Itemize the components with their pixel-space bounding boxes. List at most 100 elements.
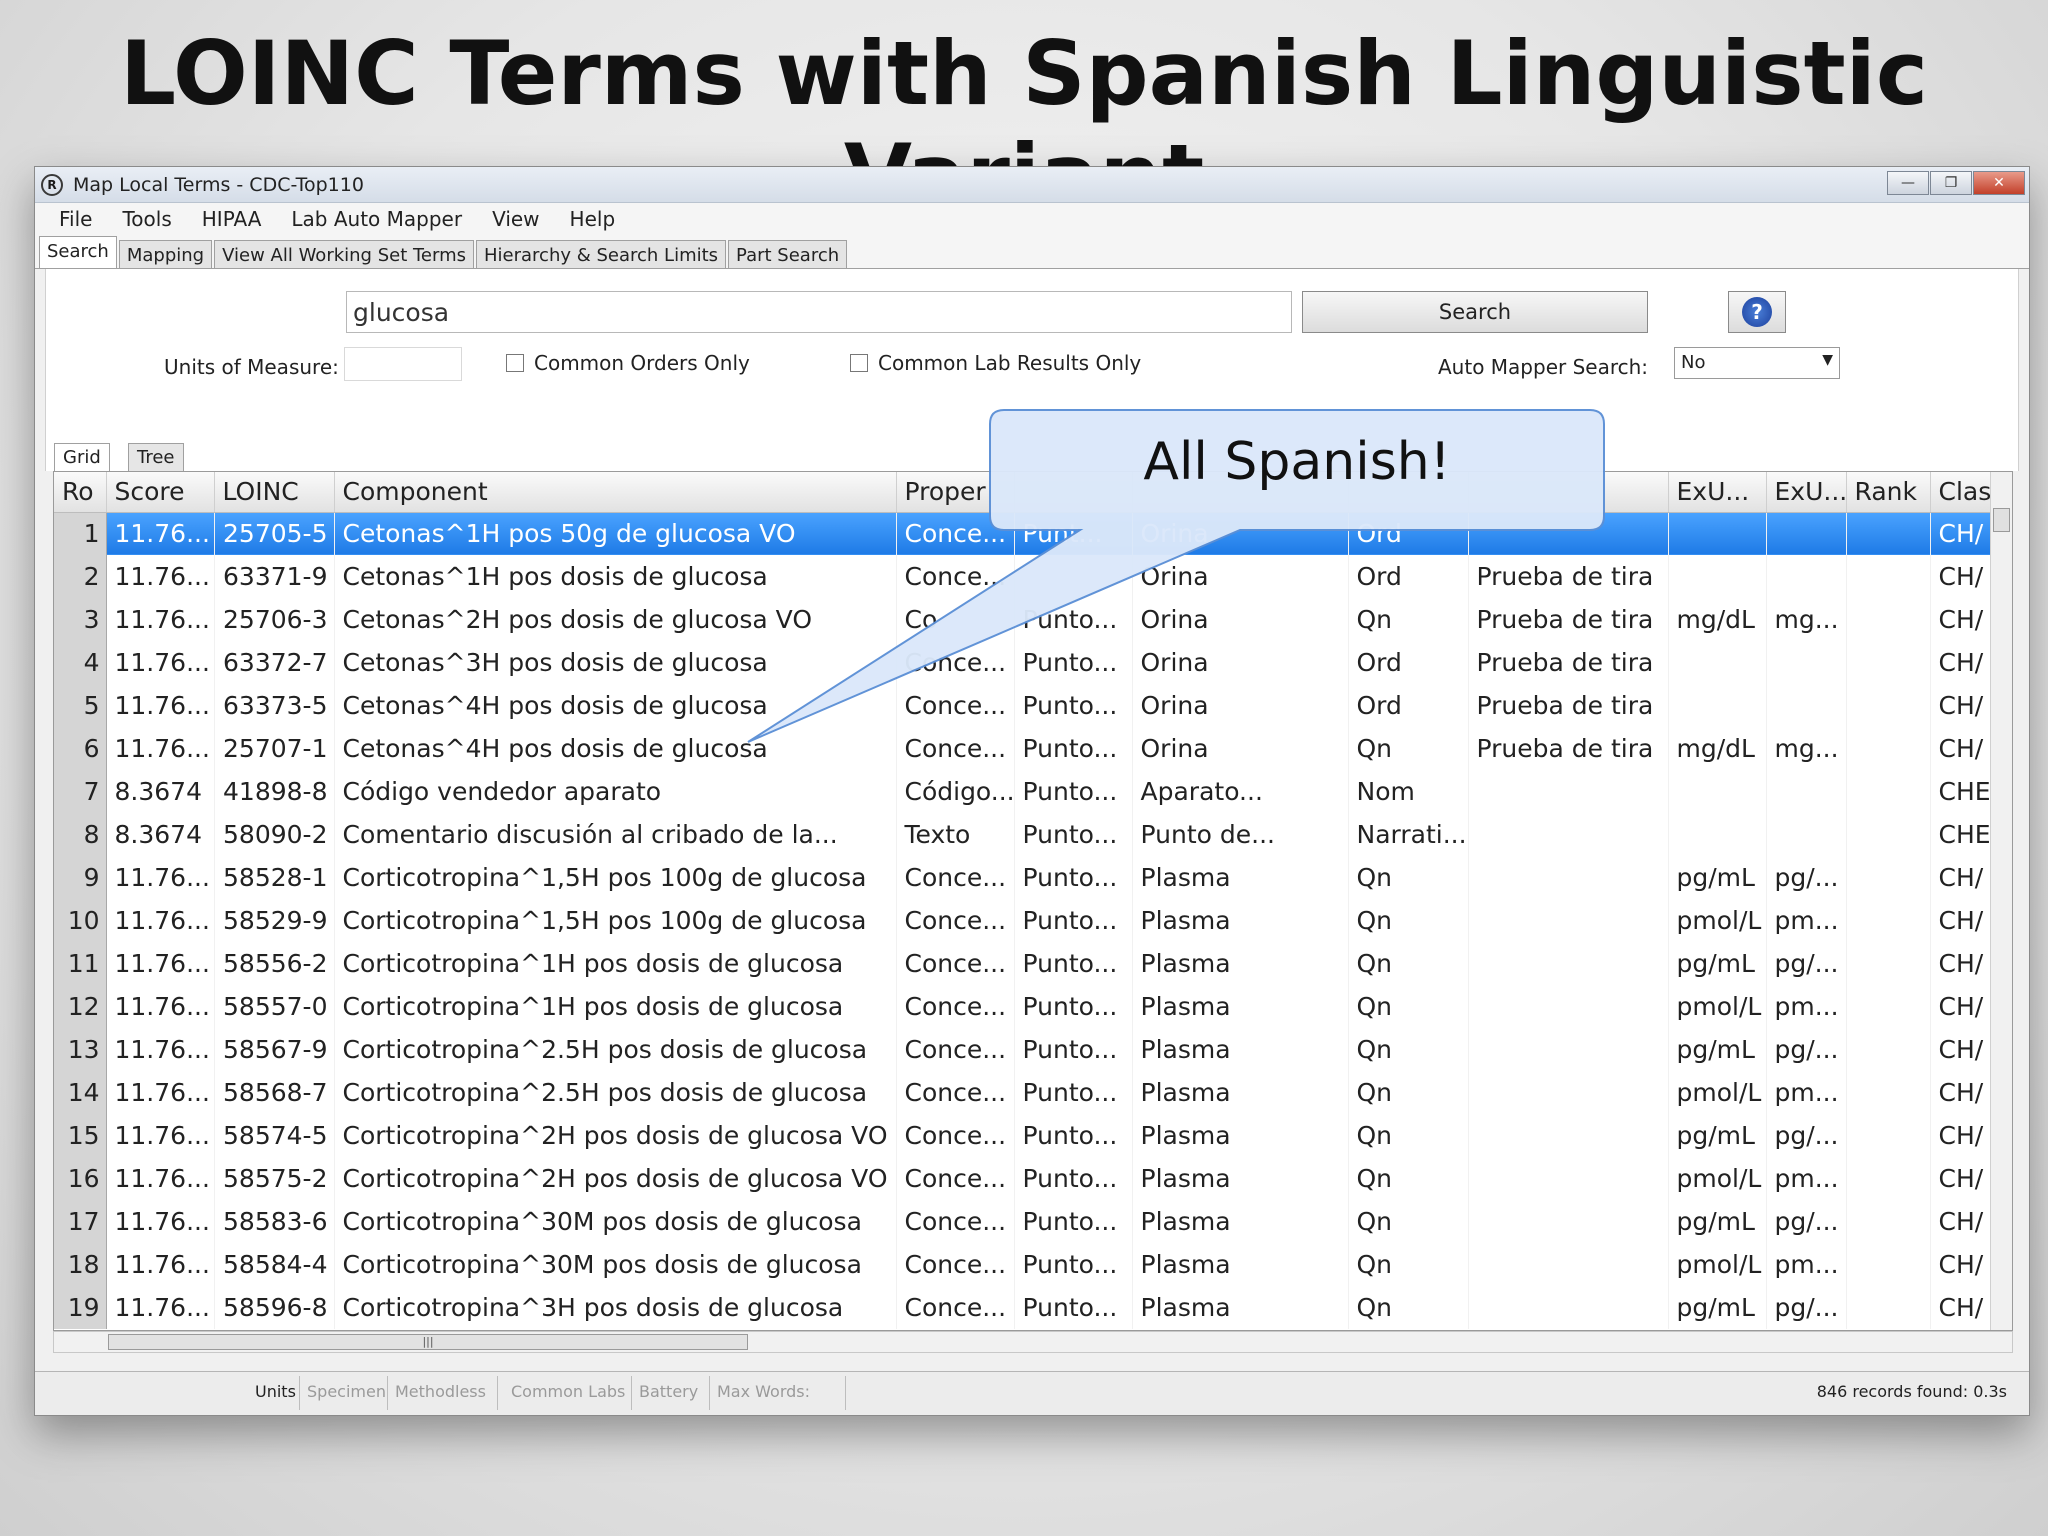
table-row[interactable]: 11 11.76... 58556-2 Corticotropina^1H pos d…: [54, 942, 2005, 985]
table-row[interactable]: 19 11.76... 58596-8 Corticotropina^3H pos d…: [54, 1286, 2005, 1329]
table-cell: Prueba de tira: [1468, 727, 1669, 770]
table-cell: [1846, 985, 1931, 1028]
vertical-scroll-thumb[interactable]: [1993, 508, 2010, 532]
units-of-measure-input[interactable]: [344, 347, 462, 381]
table-row[interactable]: 8 8.3674 58090-2 Comentario discusión al cr…: [54, 813, 2005, 856]
table-cell: Ord: [1348, 684, 1469, 727]
table-cell: 8.3674: [106, 770, 215, 813]
column-header[interactable]: Component: [334, 472, 897, 513]
tab-hierarchy-search-limits[interactable]: Hierarchy & Search Limits: [476, 240, 727, 268]
table-row[interactable]: 2 11.76... 63371-9 Cetonas^1H pos dosis de …: [54, 555, 2005, 598]
table-row[interactable]: 15 11.76... 58574-5 Corticotropina^2H pos d…: [54, 1114, 2005, 1157]
results-grid: Ro Score LOINC Component Proper ExU... ExU... R…: [53, 471, 2013, 1331]
search-input[interactable]: [346, 291, 1292, 333]
table-cell: 25705-5: [214, 512, 335, 555]
menu-lab-auto-mapper[interactable]: Lab Auto Mapper: [291, 207, 462, 231]
table-cell: Punto...: [1014, 985, 1133, 1028]
table-cell: [1468, 985, 1669, 1028]
table-cell: Código...: [896, 770, 1015, 813]
table-row[interactable]: 3 11.76... 25706-3 Cetonas^2H pos dosis de …: [54, 598, 2005, 641]
minimize-button[interactable]: —: [1887, 171, 1929, 195]
row-number: 4: [54, 641, 107, 684]
table-cell: [1468, 813, 1669, 856]
table-cell: 58528-1: [214, 856, 335, 899]
table-cell: [1846, 813, 1931, 856]
table-cell: Conce...: [896, 856, 1015, 899]
menu-bar: File Tools HIPAA Lab Auto Mapper View He…: [35, 203, 2029, 235]
table-row[interactable]: 17 11.76... 58583-6 Corticotropina^30M pos …: [54, 1200, 2005, 1243]
tab-part-search[interactable]: Part Search: [728, 240, 848, 268]
column-header[interactable]: Rank: [1846, 472, 1931, 513]
status-records-found: 846 records found: 0.3s: [1816, 1382, 2007, 1401]
table-cell: [1468, 942, 1669, 985]
table-cell: 11.76...: [106, 1114, 215, 1157]
table-cell: Punto de...: [1132, 813, 1349, 856]
table-cell: Prueba de tira: [1468, 641, 1669, 684]
tab-search[interactable]: Search: [39, 236, 117, 268]
help-icon: ?: [1742, 297, 1772, 327]
table-cell: Corticotropina^2.5H pos dosis de glucosa: [334, 1071, 897, 1114]
table-row[interactable]: 14 11.76... 58568-7 Corticotropina^2.5H pos…: [54, 1071, 2005, 1114]
menu-tools[interactable]: Tools: [122, 207, 171, 231]
table-cell: [1766, 512, 1847, 555]
table-cell: 11.76...: [106, 1200, 215, 1243]
menu-view[interactable]: View: [492, 207, 539, 231]
table-cell: [1846, 727, 1931, 770]
table-cell: [1846, 1286, 1931, 1329]
table-cell: [1846, 512, 1931, 555]
table-cell: Corticotropina^2.5H pos dosis de glucosa: [334, 1028, 897, 1071]
table-row[interactable]: 1 11.76... 25705-5 Cetonas^1H pos 50g de gl…: [54, 512, 2005, 555]
table-row[interactable]: 5 11.76... 63373-5 Cetonas^4H pos dosis de …: [54, 684, 2005, 727]
table-cell: Plasma: [1132, 1071, 1349, 1114]
tab-tree[interactable]: Tree: [128, 443, 184, 471]
table-cell: 58584-4: [214, 1243, 335, 1286]
table-cell: Aparato...: [1132, 770, 1349, 813]
table-cell: [1668, 512, 1767, 555]
auto-mapper-select[interactable]: No ▼: [1674, 347, 1840, 379]
table-cell: Conce...: [896, 555, 1015, 598]
table-cell: pmol/L: [1668, 1071, 1767, 1114]
table-row[interactable]: 16 11.76... 58575-2 Corticotropina^2H pos d…: [54, 1157, 2005, 1200]
help-button[interactable]: ?: [1728, 291, 1786, 333]
table-cell: Cetonas^4H pos dosis de glucosa: [334, 727, 897, 770]
table-cell: pg/mL: [1668, 942, 1767, 985]
table-cell: 58557-0: [214, 985, 335, 1028]
table-cell: 58567-9: [214, 1028, 335, 1071]
search-button[interactable]: Search: [1302, 291, 1648, 333]
menu-hipaa[interactable]: HIPAA: [202, 207, 262, 231]
tab-grid[interactable]: Grid: [54, 443, 110, 471]
table-cell: Cetonas^3H pos dosis de glucosa: [334, 641, 897, 684]
tab-view-all-working-set-terms[interactable]: View All Working Set Terms: [214, 240, 474, 268]
horizontal-scroll-thumb[interactable]: |||: [108, 1334, 748, 1350]
tab-mapping[interactable]: Mapping: [118, 240, 213, 268]
table-row[interactable]: 7 8.3674 41898-8 Código vendedor aparato Cód…: [54, 770, 2005, 813]
table-cell: [1846, 641, 1931, 684]
column-header[interactable]: Score: [106, 472, 215, 513]
table-row[interactable]: 6 11.76... 25707-1 Cetonas^4H pos dosis de …: [54, 727, 2005, 770]
table-row[interactable]: 13 11.76... 58567-9 Corticotropina^2.5H pos…: [54, 1028, 2005, 1071]
table-row[interactable]: 12 11.76... 58557-0 Corticotropina^1H pos d…: [54, 985, 2005, 1028]
menu-file[interactable]: File: [59, 207, 92, 231]
close-button[interactable]: ✕: [1973, 171, 2025, 195]
table-row[interactable]: 9 11.76... 58528-1 Corticotropina^1,5H pos …: [54, 856, 2005, 899]
table-cell: Corticotropina^30M pos dosis de glucosa: [334, 1200, 897, 1243]
menu-help[interactable]: Help: [570, 207, 616, 231]
table-row[interactable]: 18 11.76... 58584-4 Corticotropina^30M pos …: [54, 1243, 2005, 1286]
table-cell: Corticotropina^30M pos dosis de glucosa: [334, 1243, 897, 1286]
table-row[interactable]: 10 11.76... 58529-9 Corticotropina^1,5H pos…: [54, 899, 2005, 942]
column-header[interactable]: ExU...: [1766, 472, 1847, 513]
table-cell: pg/...: [1766, 1114, 1847, 1157]
table-cell: Orina: [1132, 727, 1349, 770]
column-header[interactable]: LOINC: [214, 472, 335, 513]
table-cell: Qn: [1348, 1200, 1469, 1243]
common-orders-checkbox[interactable]: [506, 354, 524, 372]
table-cell: Punto...: [1014, 1028, 1133, 1071]
common-lab-results-checkbox[interactable]: [850, 354, 868, 372]
table-cell: [1668, 641, 1767, 684]
vertical-scrollbar[interactable]: [1990, 472, 2012, 1330]
maximize-button[interactable]: ❐: [1930, 171, 1972, 195]
column-header[interactable]: Ro: [54, 472, 107, 513]
table-row[interactable]: 4 11.76... 63372-7 Cetonas^3H pos dosis de …: [54, 641, 2005, 684]
horizontal-scrollbar[interactable]: |||: [53, 1331, 2013, 1353]
column-header[interactable]: ExU...: [1668, 472, 1767, 513]
